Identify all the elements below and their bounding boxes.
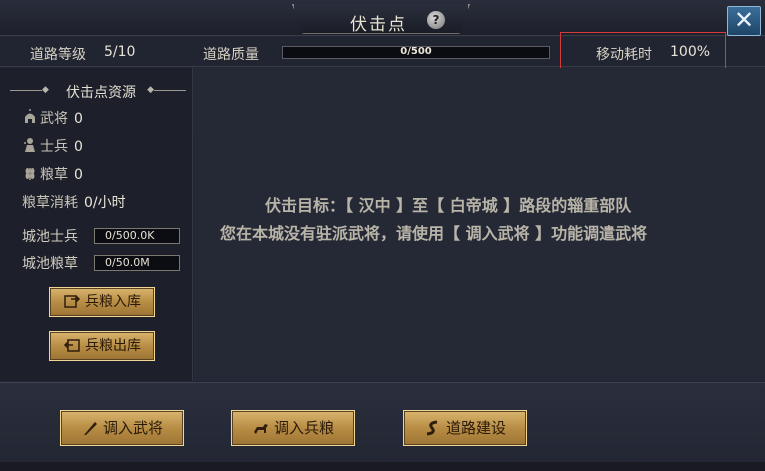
grain-consume-row: 粮草消耗 0/小时: [22, 192, 126, 211]
grain-consume-value: 0/小时: [84, 195, 126, 211]
general-value: 0: [74, 111, 83, 127]
close-icon: ✕: [733, 6, 755, 34]
city-soldier-label: 城池士兵: [22, 229, 78, 245]
general-helmet-icon: [25, 109, 35, 123]
city-soldier-field: 0/500.0K: [94, 228, 180, 244]
road-quality-text: 0/500: [400, 46, 432, 57]
deposit-icon: [64, 295, 81, 308]
soldier-label: 士兵: [40, 139, 68, 155]
road-icon: [426, 420, 438, 436]
road-quality-label: 道路质量: [203, 47, 259, 63]
ambush-target-message: 伏击目标：【 汉中 】至【 白帝城 】路段的辎重部队: [265, 196, 632, 215]
grain-value: 0: [74, 167, 83, 183]
grain-icon: [25, 168, 35, 180]
road-build-button[interactable]: 道路建设: [403, 410, 527, 446]
move-cost-value: 100%: [670, 44, 711, 60]
withdraw-button[interactable]: 兵粮出库: [49, 331, 155, 361]
city-grain-field: 0/50.0M: [94, 255, 180, 271]
soldier-value: 0: [74, 139, 83, 155]
road-quality-bar: 0/500: [282, 46, 550, 59]
close-button[interactable]: ✕: [727, 6, 761, 36]
quill-icon: [83, 422, 97, 435]
resource-title: 伏击点资源: [66, 85, 136, 101]
soldier-icon: [24, 138, 35, 152]
soldier-row: 士兵 0: [22, 136, 83, 155]
no-general-message: 您在本城没有驻派武将，请使用【 调入武将 】功能调遣武将: [220, 224, 648, 243]
ornament-icon: ◆: [147, 85, 154, 95]
divider: [154, 90, 186, 91]
withdraw-label: 兵粮出库: [85, 338, 141, 354]
road-level-value: 5/10: [104, 44, 136, 60]
help-icon[interactable]: ?: [427, 11, 445, 29]
transfer-grain-button[interactable]: 调入兵粮: [231, 410, 355, 446]
general-row: 武将 0: [22, 108, 83, 127]
transfer-general-label: 调入武将: [102, 419, 163, 437]
transfer-general-button[interactable]: 调入武将: [60, 410, 184, 446]
window-title: 伏击点: [350, 15, 407, 35]
ambush-point-window: 伏击点 ? ✕ 道路等级 5/10 道路质量 0/500 移动耗时 100% ◆…: [0, 0, 765, 471]
divider: [10, 90, 42, 91]
road-build-label: 道路建设: [445, 419, 506, 437]
ornament-icon: ◆: [42, 85, 49, 95]
resource-header: ◆ 伏击点资源 ◆: [10, 82, 186, 101]
city-grain-label: 城池粮草: [22, 256, 78, 272]
transfer-grain-label: 调入兵粮: [273, 419, 334, 437]
road-level-label: 道路等级: [30, 47, 86, 63]
horse-icon: [253, 424, 268, 434]
move-cost-label: 移动耗时: [596, 47, 652, 63]
grain-label: 粮草: [40, 167, 68, 183]
withdraw-icon: [63, 339, 80, 352]
bottom-strip: [0, 462, 765, 471]
grain-consume-label: 粮草消耗: [22, 195, 78, 211]
grain-row: 粮草 0: [22, 164, 83, 183]
general-label: 武将: [40, 111, 68, 127]
deposit-button[interactable]: 兵粮入库: [49, 287, 155, 317]
deposit-label: 兵粮入库: [85, 294, 141, 310]
